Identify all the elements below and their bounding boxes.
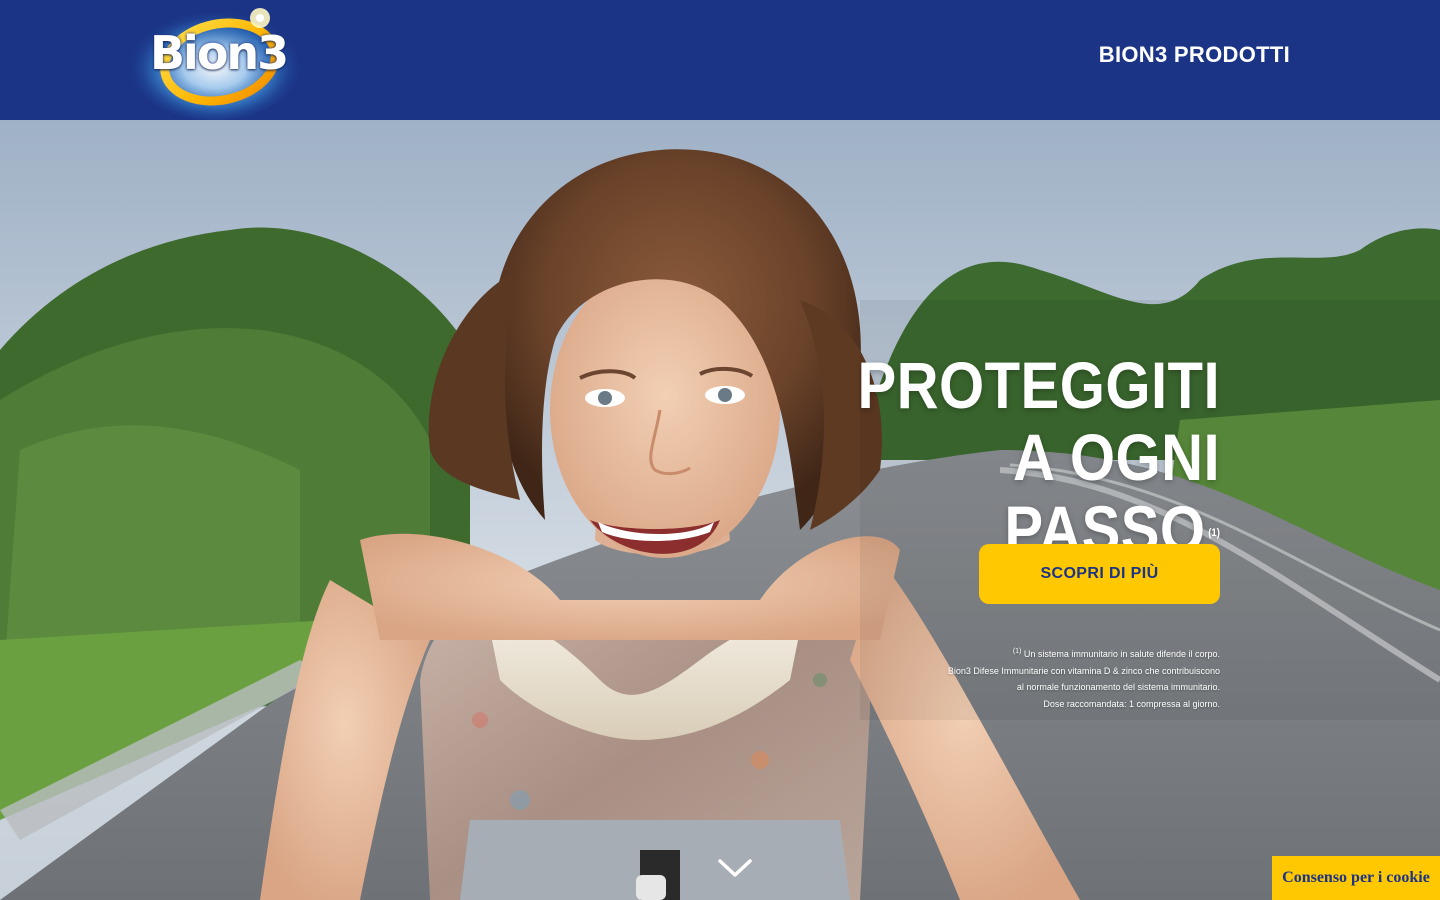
hero-headline: PROTEGGITI A OGNI PASSO (1) <box>857 349 1220 565</box>
footnote-line-1-text: Un sistema immunitario in salute difende… <box>1023 649 1220 659</box>
scroll-down-button[interactable] <box>717 857 753 879</box>
hero-section: PROTEGGITI A OGNI PASSO (1) SCOPRI DI PIÙ… <box>0 120 1440 900</box>
legal-footnote: (1) Un sistema immunitario in salute dif… <box>948 646 1220 712</box>
headline-footnote-mark: (1) <box>1208 527 1220 540</box>
headline-line-2: A OGNI <box>1012 420 1220 495</box>
cookie-consent-button[interactable]: Consenso per i cookie <box>1272 856 1440 900</box>
footnote-line-1: (1) Un sistema immunitario in salute dif… <box>948 646 1220 663</box>
footnote-mark: (1) <box>1012 648 1022 655</box>
logo-text: Bion3 <box>150 26 289 80</box>
hero-photo <box>0 120 1440 900</box>
headline-line-1: PROTEGGITI <box>857 348 1220 423</box>
nav-products-link[interactable]: BION3 PRODOTTI <box>1099 42 1290 68</box>
chevron-down-icon <box>718 859 752 877</box>
footnote-line-2: Bion3 Difese Immunitarie con vitamina D … <box>947 665 1220 676</box>
discover-more-button[interactable]: SCOPRI DI PIÙ <box>979 544 1220 604</box>
site-header: Bion3 BION3 PRODOTTI <box>0 0 1440 120</box>
footnote-line-3: al normale funzionamento del sistema imm… <box>1016 682 1220 692</box>
bion3-logo[interactable]: Bion3 <box>120 0 305 120</box>
footnote-line-4: Dose raccomandata: 1 compressa al giorno… <box>1043 698 1220 709</box>
